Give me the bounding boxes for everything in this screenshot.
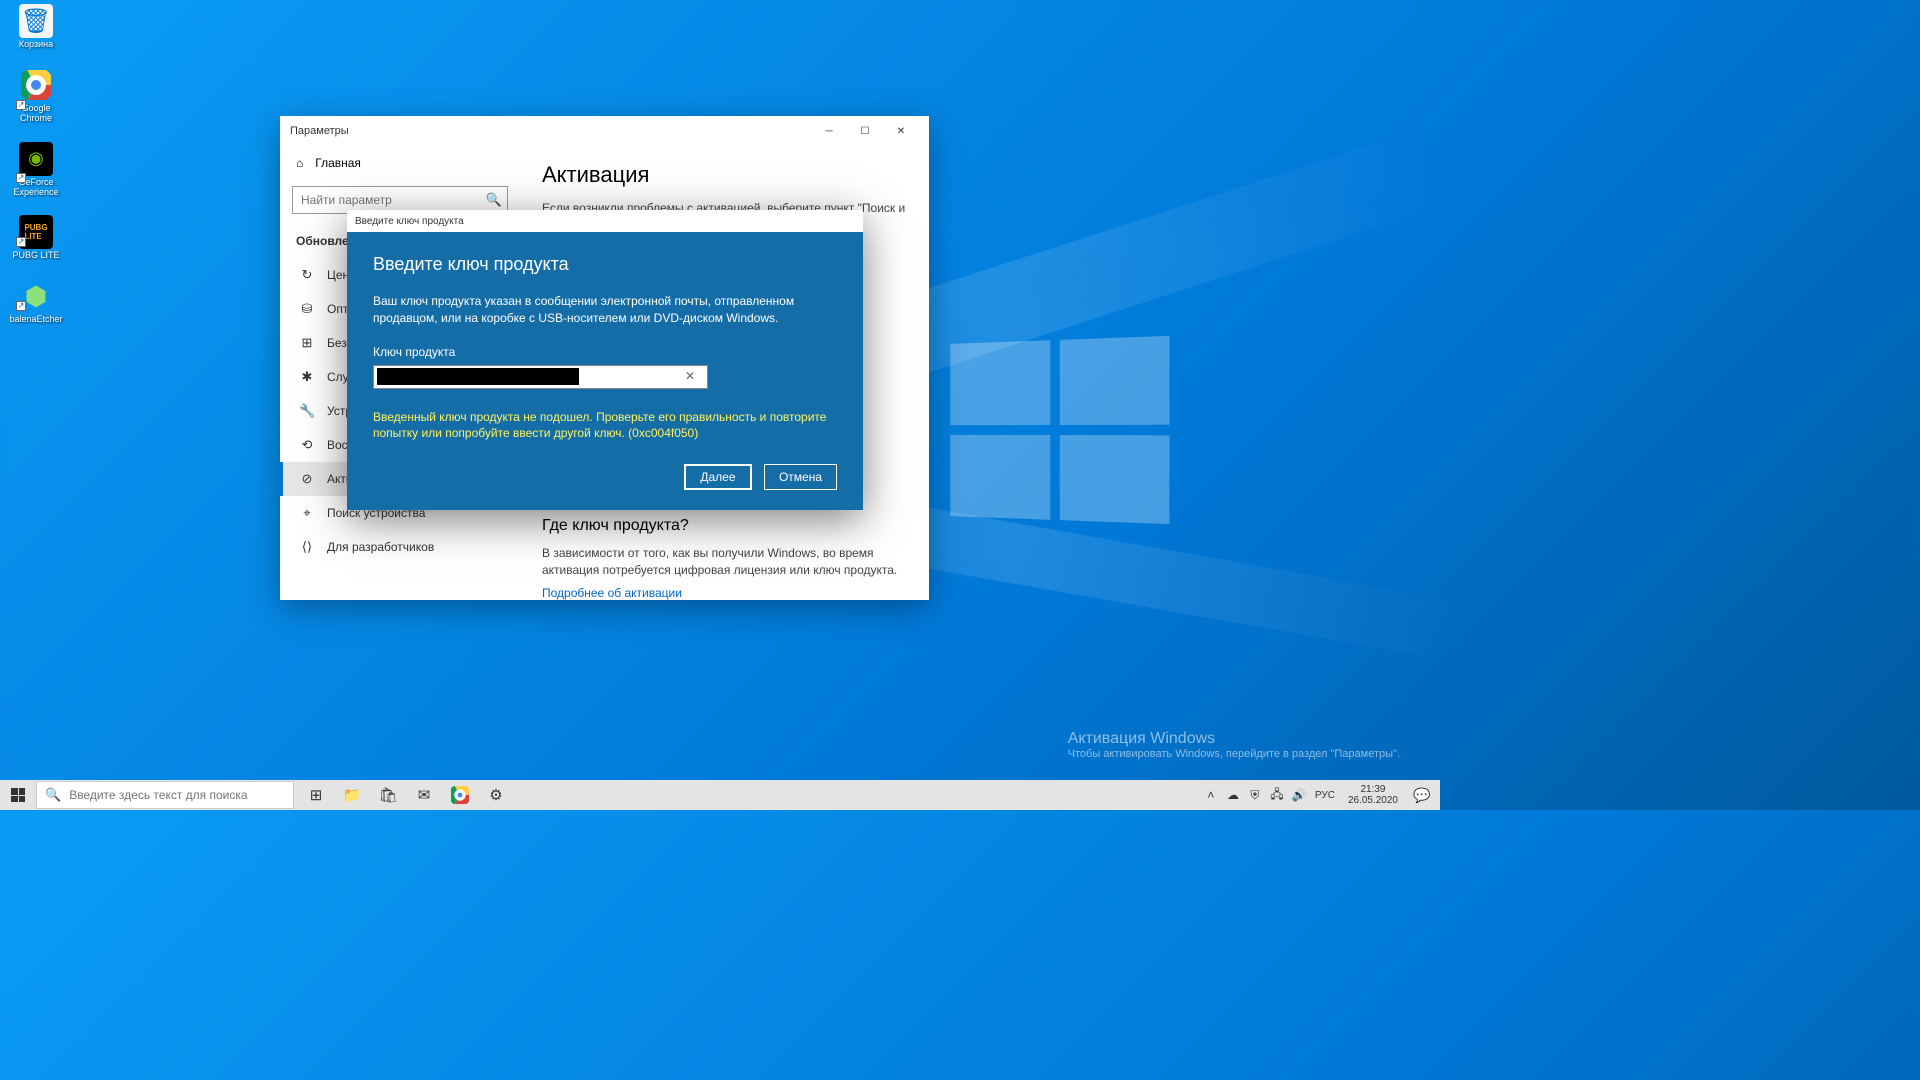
shortcut-arrow-icon: ↗ — [16, 237, 26, 247]
product-key-label: Ключ продукта — [373, 345, 837, 359]
search-icon: 🔍 — [486, 192, 502, 208]
close-button[interactable]: ✕ — [883, 116, 919, 146]
start-button[interactable] — [0, 780, 36, 810]
sidebar-home[interactable]: ⌂ Главная — [280, 146, 520, 180]
activation-watermark: Активация Windows Чтобы активировать Win… — [1068, 730, 1400, 760]
recovery-icon: ⟲ — [299, 437, 315, 453]
windows-wallpaper-logo — [950, 336, 1169, 524]
tray-overflow-icon[interactable]: ˄ — [1202, 788, 1220, 802]
shield-icon: ⊞ — [299, 335, 315, 351]
dialog-title: Введите ключ продукта — [355, 216, 464, 227]
tray-language[interactable]: РУС — [1312, 790, 1338, 801]
tray-volume-icon[interactable]: 🔊 — [1290, 788, 1308, 802]
tray-security-icon[interactable]: ⛨ — [1246, 788, 1264, 803]
home-icon: ⌂ — [296, 156, 303, 170]
clear-input-icon[interactable]: ✕ — [685, 369, 695, 383]
dialog-titlebar[interactable]: Введите ключ продукта — [347, 210, 863, 232]
desktop-icon-label: Корзина — [19, 40, 53, 50]
dialog-heading: Введите ключ продукта — [373, 254, 837, 275]
section-heading: Где ключ продукта? — [542, 517, 907, 535]
desktop-icon-geforce[interactable]: ◉ ↗ GeForce Experience — [6, 142, 66, 198]
action-center-icon[interactable]: 💬 — [1408, 787, 1436, 804]
sidebar-home-label: Главная — [315, 156, 361, 170]
page-title: Активация — [542, 162, 907, 188]
next-button[interactable]: Далее — [684, 464, 752, 490]
clock-date: 26.05.2020 — [1348, 795, 1398, 806]
shortcut-arrow-icon: ↗ — [16, 100, 26, 110]
taskbar-clock[interactable]: 21:39 26.05.2020 — [1342, 784, 1404, 806]
cancel-button[interactable]: Отмена — [764, 464, 837, 490]
desktop-icon-label: GeForce Experience — [6, 178, 66, 198]
code-icon: ⟨⟩ — [299, 539, 315, 555]
desktop-icon-label: balenaEtcher — [9, 315, 62, 325]
product-key-dialog: Введите ключ продукта Введите ключ проду… — [347, 210, 863, 510]
tray-network-icon[interactable]: 🖧 — [1268, 785, 1286, 806]
tray-onedrive-icon[interactable]: ☁ — [1224, 788, 1242, 802]
sidebar-item-developers[interactable]: ⟨⟩ Для разработчиков — [280, 530, 520, 564]
desktop-icon-label: Google Chrome — [6, 104, 66, 124]
taskbar-search-input[interactable] — [69, 788, 285, 802]
activation-icon: ⊘ — [299, 471, 315, 487]
taskbar-settings[interactable]: ⚙ — [478, 780, 514, 810]
maximize-button[interactable]: ☐ — [847, 116, 883, 146]
shortcut-arrow-icon: ↗ — [16, 301, 26, 311]
windows-logo-icon — [11, 788, 25, 802]
learn-more-link[interactable]: Подробнее об активации — [542, 586, 907, 600]
settings-titlebar[interactable]: Параметры ─ ☐ ✕ — [280, 116, 929, 146]
clock-time: 21:39 — [1348, 784, 1398, 795]
taskbar-store[interactable]: 🛍 — [370, 780, 406, 810]
taskbar-mail[interactable]: ✉ — [406, 780, 442, 810]
watermark-subtitle: Чтобы активировать Windows, перейдите в … — [1068, 748, 1400, 760]
taskbar-explorer[interactable]: 📁 — [334, 780, 370, 810]
desktop-icons: 🗑 Корзина ↗ Google Chrome ◉ ↗ GeForce Ex… — [6, 4, 66, 325]
wrench-icon: 🔧 — [299, 403, 315, 419]
desktop-icon-chrome[interactable]: ↗ Google Chrome — [6, 68, 66, 124]
shortcut-arrow-icon: ↗ — [16, 173, 26, 183]
system-tray: ˄ ☁ ⛨ 🖧 🔊 РУС 21:39 26.05.2020 💬 — [1202, 784, 1440, 806]
update-icon: ↻ — [299, 267, 315, 283]
taskbar-chrome[interactable] — [442, 780, 478, 810]
watermark-title: Активация Windows — [1068, 730, 1400, 748]
desktop-icon-pubg[interactable]: PUBGLITE ↗ PUBG LITE — [6, 215, 66, 261]
sidebar-item-label: Для разработчиков — [327, 540, 434, 554]
taskbar: 🔍 ⊞ 📁 🛍 ✉ ⚙ ˄ ☁ ⛨ 🖧 🔊 РУС 21:39 26.05.20… — [0, 780, 1440, 810]
search-icon: 🔍 — [45, 787, 61, 803]
location-icon: ⌖ — [299, 505, 315, 521]
product-key-redacted — [377, 368, 579, 385]
desktop-icon-balena[interactable]: ⬢ ↗ balenaEtcher — [6, 279, 66, 325]
error-message: Введенный ключ продукта не подошел. Пров… — [373, 409, 837, 443]
service-icon: ✱ — [299, 369, 315, 385]
optimize-icon: ⛁ — [299, 301, 315, 317]
section-body: В зависимости от того, как вы получили W… — [542, 545, 907, 579]
task-view-button[interactable]: ⊞ — [298, 780, 334, 810]
desktop-icon-recycle-bin[interactable]: 🗑 Корзина — [6, 4, 66, 50]
minimize-button[interactable]: ─ — [811, 116, 847, 146]
taskbar-search[interactable]: 🔍 — [36, 781, 294, 809]
dialog-description: Ваш ключ продукта указан в сообщении эле… — [373, 293, 837, 327]
desktop-icon-label: PUBG LITE — [12, 251, 59, 261]
window-title: Параметры — [290, 125, 349, 137]
